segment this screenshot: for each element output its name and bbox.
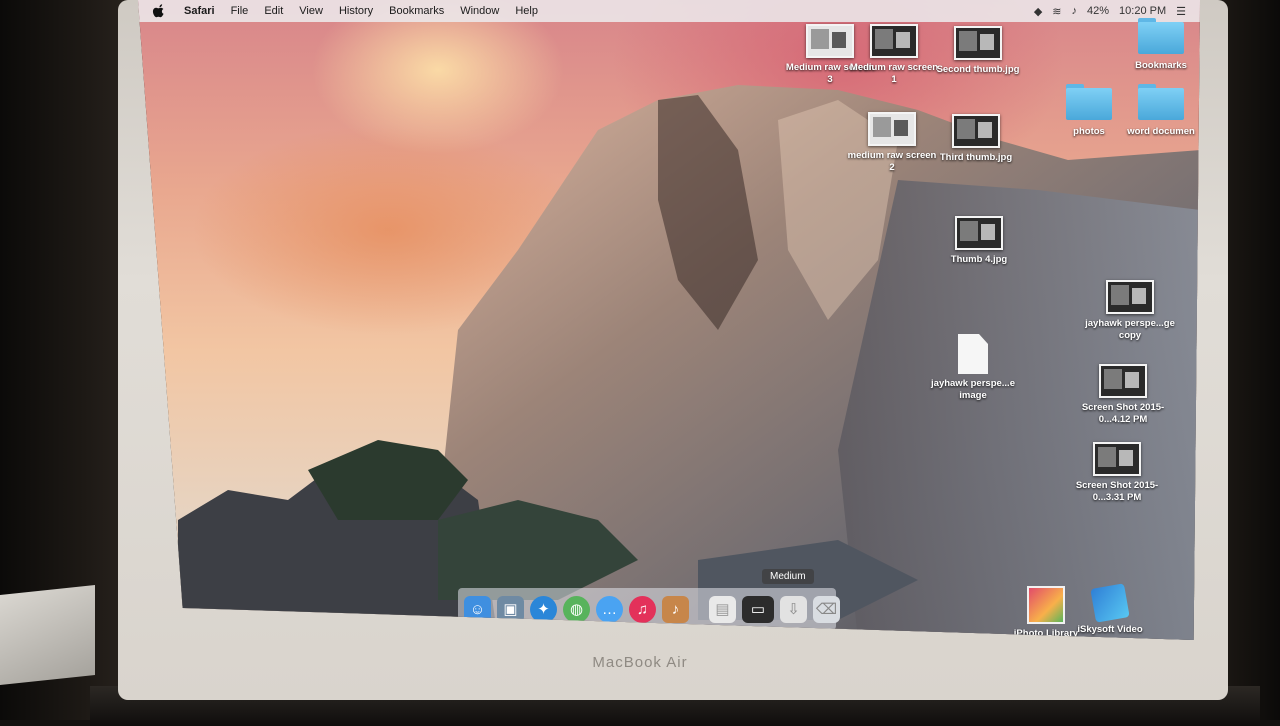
document-icon [958,334,988,374]
image-thumbnail-icon [952,114,1000,148]
documents-stack-icon[interactable]: ▤ [709,595,736,623]
desktop-item-label: Second thumb.jpg [936,64,1020,75]
desktop-item[interactable]: word documen [1116,84,1200,138]
menu-bar: Safari File Edit View History Bookmarks … [138,0,1200,22]
desktop-item-label: Thumb 4.jpg [950,254,1008,265]
dock-tooltip: Medium [762,569,814,584]
notification-center-icon[interactable]: ☰ [1176,5,1186,18]
downloads-stack-icon[interactable]: ⇩ [780,595,807,623]
desktop-item[interactable]: Bookmarks [1116,18,1200,72]
garageband-icon[interactable]: ♪ [662,595,689,623]
maps-icon[interactable]: ◍ [563,595,590,623]
desktop-item-label: jayhawk perspe...ge copy [1085,318,1175,341]
desktop-item[interactable]: Third thumb.jpg [931,114,1021,164]
wifi-icon[interactable]: ≋ [1052,5,1061,18]
image-thumbnail-icon [1106,280,1154,314]
volume-icon[interactable]: ♪ [1072,5,1078,17]
desktop-item-label: Screen Shot 2015-0...3.31 PM [1075,480,1159,503]
screenshot-thumbnail-icon [870,24,918,58]
screenshot-thumbnail-icon [1093,442,1141,476]
folder-icon [1138,18,1184,54]
screenshot-thumbnail-icon [806,24,854,58]
iskysoft-video-icon [1090,583,1130,623]
screenshot-thumbnail-icon [1099,364,1147,398]
desktop-item-label: medium raw screen 2 [847,150,937,173]
desktop-item[interactable]: jayhawk perspe...e image [928,334,1018,402]
desktop-item-label: Third thumb.jpg [939,152,1013,163]
clock[interactable]: 10:20 PM [1119,5,1166,17]
desktop-item-label: word documen [1127,126,1195,137]
desktop-screen: Safari File Edit View History Bookmarks … [138,0,1200,640]
screenshot-thumbnail-icon [868,112,916,146]
image-thumbnail-icon [954,26,1002,60]
desktop-item[interactable]: Second thumb.jpg [933,26,1023,76]
messages-icon[interactable]: … [596,595,623,628]
status-area: ◆ ≋ ♪ 42% 10:20 PM ☰ [1034,5,1200,18]
menu-help[interactable]: Help [507,5,546,17]
apple-menu-icon[interactable] [152,4,166,18]
itunes-icon[interactable]: ♫ [629,595,656,628]
menu-history[interactable]: History [331,5,381,17]
menu-view[interactable]: View [291,5,331,17]
menu-edit[interactable]: Edit [256,5,291,17]
wallpaper-mountain [178,85,1200,640]
desktop-item[interactable]: Thumb 4.jpg [934,216,1024,266]
battery-percent[interactable]: 42% [1087,5,1109,17]
menu-window[interactable]: Window [452,5,507,17]
medium-window-icon[interactable]: ▭ [742,595,774,623]
safari-icon[interactable]: ✦ [530,595,557,628]
desktop-item[interactable]: Screen Shot 2015-0...3.31 PM [1072,442,1162,504]
desktop-item[interactable]: Screen Shot 2015-0...4.12 PM [1078,364,1168,426]
menu-app-name[interactable]: Safari [176,5,223,17]
desktop-item-label: Medium raw screen 1 [849,62,939,85]
desktop-item-label: Bookmarks [1135,60,1187,71]
menu-file[interactable]: File [223,5,257,17]
folder-icon [1138,84,1184,120]
menu-bookmarks[interactable]: Bookmarks [381,5,452,17]
desktop-item[interactable]: medium raw screen 2 [847,112,937,174]
trash-icon[interactable]: ⌫ [813,595,840,623]
desktop-item[interactable]: iSkysoft Video [1065,583,1155,636]
desktop-item-label: Screen Shot 2015-0...4.12 PM [1081,402,1165,425]
image-thumbnail-icon [955,216,1003,250]
desktop-item[interactable]: jayhawk perspe...ge copy [1085,280,1175,342]
desktop-item[interactable]: Medium raw screen 1 [849,24,939,86]
iphoto-library-icon [1027,586,1065,624]
folder-icon [1066,84,1112,120]
desktop-item-label: jayhawk perspe...e image [931,378,1015,401]
laptop-brand-label: MacBook Air [592,654,688,671]
desktop-item-label: iSkysoft Video [1077,624,1143,635]
dropbox-icon[interactable]: ◆ [1034,5,1042,18]
